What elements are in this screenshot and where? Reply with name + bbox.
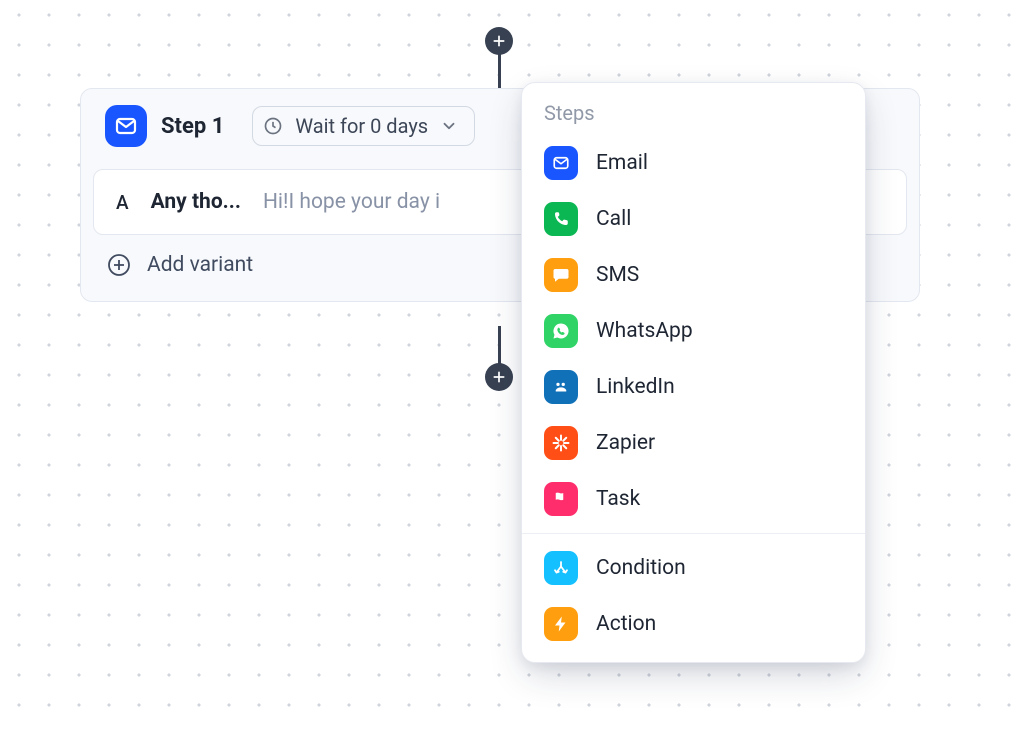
- plus-circle-icon: [107, 253, 131, 277]
- menu-item-label: Action: [596, 612, 656, 636]
- phone-icon: [544, 202, 578, 236]
- flag-icon: [544, 482, 578, 516]
- linkedin-icon: [544, 370, 578, 404]
- menu-item-label: SMS: [596, 263, 639, 287]
- popover-title: Steps: [522, 101, 865, 135]
- step-type-linkedin[interactable]: LinkedIn: [522, 359, 865, 415]
- connector-line: [498, 54, 501, 90]
- email-icon: [105, 105, 147, 147]
- zapier-icon: [544, 426, 578, 460]
- variant-preview: Hi!I hope your day i: [263, 190, 440, 214]
- variant-subject: Any tho...: [151, 190, 241, 214]
- bolt-icon: [544, 607, 578, 641]
- steps-popover: Steps Email Call SMS WhatsApp: [521, 82, 866, 663]
- wait-text: Wait for 0 days: [295, 114, 428, 138]
- branch-icon: [544, 551, 578, 585]
- menu-item-label: LinkedIn: [596, 375, 675, 399]
- wait-duration-button[interactable]: Wait for 0 days: [252, 106, 475, 146]
- menu-item-label: WhatsApp: [596, 319, 693, 343]
- chevron-down-icon: [440, 117, 458, 135]
- add-step-button[interactable]: [485, 363, 513, 391]
- clock-icon: [263, 116, 283, 136]
- step-type-email[interactable]: Email: [522, 135, 865, 191]
- add-step-button[interactable]: [485, 27, 513, 55]
- step-type-action[interactable]: Action: [522, 596, 865, 652]
- email-icon: [544, 146, 578, 180]
- variant-letter: A: [116, 191, 129, 214]
- menu-item-label: Zapier: [596, 431, 655, 455]
- menu-item-label: Task: [596, 487, 640, 511]
- add-variant-label: Add variant: [147, 253, 253, 277]
- step-title: Step 1: [161, 114, 224, 139]
- step-type-condition[interactable]: Condition: [522, 540, 865, 596]
- connector-line: [498, 326, 501, 364]
- step-type-whatsapp[interactable]: WhatsApp: [522, 303, 865, 359]
- whatsapp-icon: [544, 314, 578, 348]
- menu-item-label: Condition: [596, 556, 686, 580]
- step-type-call[interactable]: Call: [522, 191, 865, 247]
- menu-item-label: Call: [596, 207, 631, 231]
- step-type-task[interactable]: Task: [522, 471, 865, 527]
- separator: [522, 533, 865, 534]
- step-type-zapier[interactable]: Zapier: [522, 415, 865, 471]
- menu-item-label: Email: [596, 151, 648, 175]
- step-type-sms[interactable]: SMS: [522, 247, 865, 303]
- sms-icon: [544, 258, 578, 292]
